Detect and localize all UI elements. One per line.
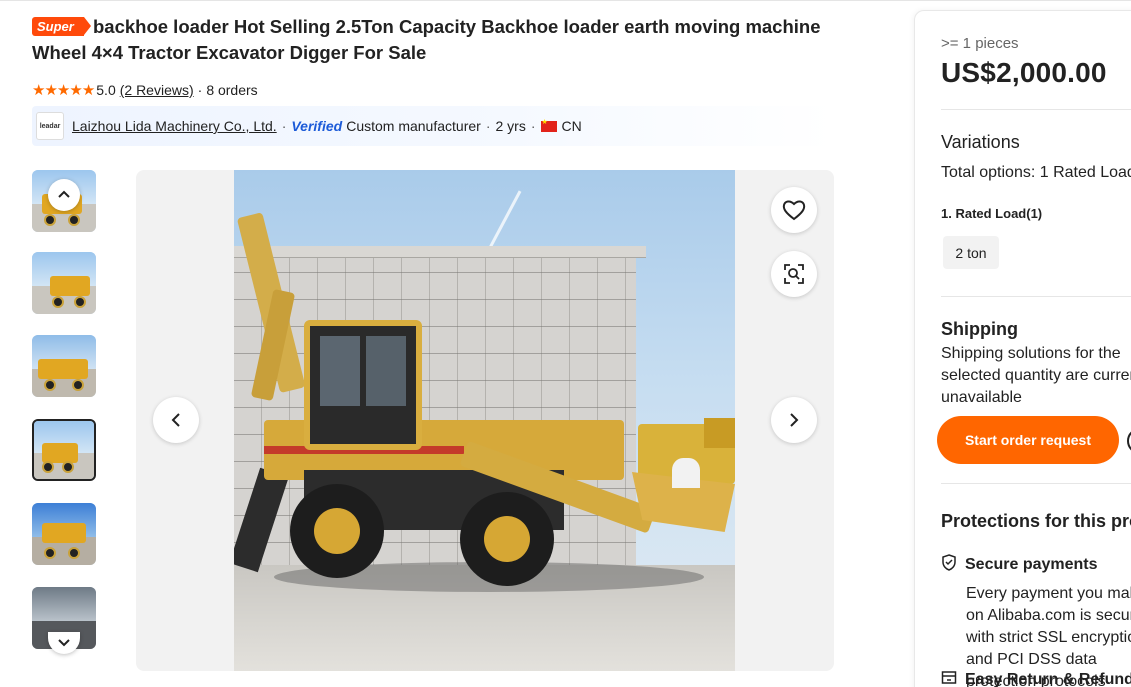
chevron-left-icon bbox=[171, 413, 180, 427]
star-icon: ★ bbox=[69, 81, 82, 99]
rating-row: ★ ★ ★ ★ ★ 5.0 (2 Reviews) · 8 orders bbox=[32, 80, 258, 100]
reviews-link[interactable]: (2 Reviews) bbox=[120, 82, 194, 98]
next-image-button[interactable] bbox=[771, 397, 817, 443]
separator: · bbox=[485, 118, 491, 134]
thumbnail-image[interactable] bbox=[32, 335, 96, 397]
main-product-image[interactable] bbox=[234, 170, 735, 671]
thumbnail-scroll-down-button[interactable] bbox=[48, 632, 80, 654]
divider bbox=[941, 296, 1131, 297]
rating-stars: ★ ★ ★ ★ ★ bbox=[32, 81, 95, 99]
heart-icon bbox=[782, 200, 806, 221]
thumbnail-image[interactable] bbox=[32, 252, 96, 314]
separator: · bbox=[197, 82, 203, 98]
super-badge: Super bbox=[32, 17, 91, 36]
rated-load-label: 1. Rated Load(1) bbox=[941, 206, 1043, 221]
star-icon: ★ bbox=[56, 81, 70, 99]
return-box-icon bbox=[941, 670, 959, 687]
minimum-quantity: >= 1 pieces bbox=[941, 35, 1019, 52]
secure-payments-title: Secure payments bbox=[965, 555, 1098, 573]
previous-image-button[interactable] bbox=[153, 397, 199, 443]
chevron-up-icon bbox=[58, 190, 70, 198]
option-chip-2-ton[interactable]: 2 ton bbox=[943, 236, 999, 269]
orders-count: 8 orders bbox=[206, 82, 258, 98]
divider bbox=[941, 109, 1131, 110]
thumbnail-image[interactable] bbox=[32, 503, 96, 565]
shipping-text: Shipping solutions for the selected quan… bbox=[941, 345, 1131, 406]
star-icon: ★ bbox=[81, 81, 95, 99]
divider bbox=[941, 483, 1131, 484]
supplier-years: 2 yrs bbox=[495, 118, 526, 134]
top-divider bbox=[0, 0, 1131, 1]
china-flag-icon bbox=[540, 118, 557, 132]
secure-payments-heading: Secure payments bbox=[941, 554, 1098, 575]
variations-title: Variations bbox=[941, 132, 1020, 152]
image-search-button[interactable] bbox=[771, 251, 817, 297]
supplier-country: CN bbox=[561, 118, 582, 134]
product-title: Super backhoe loader Hot Selling 2.5Ton … bbox=[32, 14, 822, 66]
separator: · bbox=[530, 118, 536, 134]
purchase-panel: >= 1 pieces US$2,000.00 Variations Total… bbox=[914, 10, 1131, 687]
protections-title: Protections for this product bbox=[941, 511, 1131, 531]
thumbnail-scroll-up-button[interactable] bbox=[48, 179, 80, 211]
easy-return-heading: Easy Return & Refund bbox=[941, 670, 1131, 687]
chevron-right-icon bbox=[790, 413, 799, 427]
star-icon: ★ bbox=[32, 81, 45, 99]
supplier-bar: leadar Laizhou Lida Machinery Co., Ltd. … bbox=[32, 106, 834, 146]
separator: · bbox=[281, 118, 287, 134]
favorite-button[interactable] bbox=[771, 187, 817, 233]
thumbnail-image-active[interactable] bbox=[32, 419, 96, 481]
supplier-type: Custom manufacturer bbox=[346, 118, 481, 134]
product-title-text: backhoe loader Hot Selling 2.5Ton Capaci… bbox=[32, 16, 821, 63]
image-search-icon bbox=[784, 264, 804, 284]
secondary-action-button[interactable] bbox=[1127, 428, 1131, 454]
chevron-down-icon bbox=[58, 639, 70, 647]
rating-score: 5.0 bbox=[96, 82, 116, 98]
main-image-frame bbox=[136, 170, 834, 671]
variations-total: Total options: 1 Rated Load bbox=[941, 164, 1131, 181]
verified-badge[interactable]: Verified bbox=[291, 118, 342, 134]
start-order-request-button[interactable]: Start order request bbox=[937, 416, 1119, 464]
shield-check-icon bbox=[941, 554, 959, 575]
supplier-name-link[interactable]: Laizhou Lida Machinery Co., Ltd. bbox=[72, 118, 277, 134]
supplier-logo[interactable]: leadar bbox=[36, 112, 64, 140]
star-icon: ★ bbox=[44, 81, 57, 99]
easy-return-title: Easy Return & Refund bbox=[965, 670, 1131, 687]
shipping-title: Shipping bbox=[941, 319, 1018, 339]
price: US$2,000.00 bbox=[941, 57, 1107, 88]
